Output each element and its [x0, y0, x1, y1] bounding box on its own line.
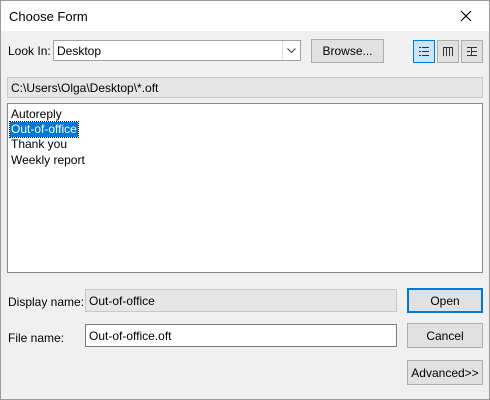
display-name-field: Out-of-office [85, 289, 397, 312]
details-view-button[interactable] [437, 40, 459, 63]
look-in-value: Desktop [57, 44, 102, 58]
file-name-label: File name: [8, 331, 65, 345]
list-view-button[interactable] [413, 40, 435, 63]
list-item[interactable]: Thank you [10, 137, 68, 152]
dropdown-arrow[interactable] [282, 41, 300, 60]
look-in-label: Look In: [8, 44, 51, 58]
path-text: C:\Users\Olga\Desktop\*.oft [11, 81, 159, 95]
list-item-selected[interactable]: Out-of-office [9, 121, 79, 138]
file-list[interactable]: Autoreply Out-of-office Thank you Weekly… [7, 103, 483, 273]
close-icon [460, 10, 472, 22]
chevron-down-icon [287, 47, 296, 53]
display-name-label: Display name: [8, 295, 85, 309]
close-button[interactable] [443, 1, 489, 31]
display-name-value: Out-of-office [89, 294, 155, 308]
list-item[interactable]: Autoreply [10, 107, 63, 122]
cancel-button[interactable]: Cancel [407, 323, 483, 348]
look-in-dropdown[interactable]: Desktop [53, 40, 301, 61]
advanced-button[interactable]: Advanced>> [407, 360, 483, 385]
list-item[interactable]: Weekly report [10, 153, 86, 168]
browse-button[interactable]: Browse... [311, 39, 384, 63]
file-name-input[interactable] [85, 324, 397, 347]
choose-form-dialog: Choose Form Look In: Desktop Browse... C… [0, 0, 490, 400]
open-button[interactable]: Open [407, 288, 483, 313]
path-display: C:\Users\Olga\Desktop\*.oft [7, 77, 483, 98]
details-view-icon [443, 47, 453, 56]
list-view-icon [419, 47, 429, 56]
properties-view-button[interactable] [461, 40, 483, 63]
properties-view-icon [467, 47, 477, 56]
title-bar: Choose Form [1, 1, 489, 31]
dialog-title: Choose Form [9, 9, 88, 24]
